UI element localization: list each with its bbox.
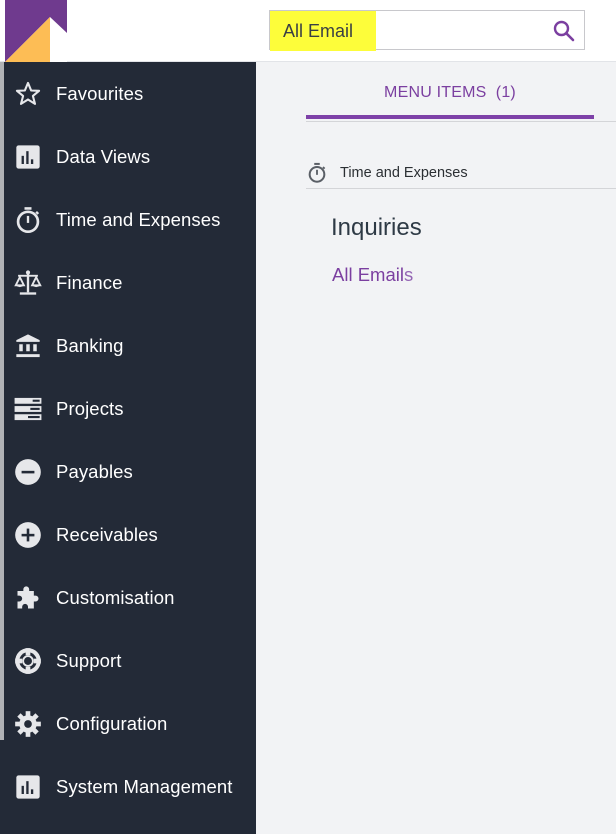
search-input[interactable] bbox=[270, 11, 540, 49]
sidebar-item-label: Configuration bbox=[56, 712, 168, 734]
tab-divider bbox=[306, 121, 616, 122]
bar-chart-icon bbox=[14, 143, 42, 171]
sidebar-item-label: Payables bbox=[56, 460, 133, 482]
stopwatch-icon bbox=[14, 206, 42, 234]
sidebar-item-system-management[interactable]: System Management bbox=[4, 755, 256, 818]
scales-icon bbox=[14, 269, 42, 297]
sidebar-item-label: Projects bbox=[56, 397, 124, 419]
sidebar-item-banking[interactable]: Banking bbox=[4, 314, 256, 377]
bar-chart-icon bbox=[14, 773, 42, 801]
result-match-text: All Email bbox=[332, 264, 404, 285]
sidebar-item-time-and-expenses[interactable]: Time and Expenses bbox=[4, 188, 256, 251]
sidebar-item-label: Finance bbox=[56, 271, 123, 293]
sidebar-item-label: Support bbox=[56, 649, 122, 671]
sidebar-item-projects[interactable]: Projects bbox=[4, 377, 256, 440]
search-box[interactable] bbox=[269, 10, 585, 51]
result-rest-text: s bbox=[403, 264, 414, 285]
workspace-header[interactable]: Time and Expenses bbox=[306, 158, 616, 188]
gear-icon bbox=[14, 710, 42, 738]
sidebar-item-support[interactable]: Support bbox=[4, 629, 256, 692]
sidebar-nav: Favourites Data Views Time and Expenses … bbox=[0, 62, 256, 834]
bank-icon bbox=[14, 332, 42, 360]
search-results-panel: MENU ITEMS (1) Time and Expenses Inquiri… bbox=[256, 62, 616, 834]
sidebar-item-data-views[interactable]: Data Views bbox=[4, 125, 256, 188]
workspace-label: Time and Expenses bbox=[340, 165, 468, 181]
sidebar-item-label: Customisation bbox=[56, 586, 175, 608]
server-stack-icon bbox=[14, 395, 42, 423]
sidebar-item-receivables[interactable]: Receivables bbox=[4, 503, 256, 566]
result-link-all-emails[interactable]: All Emails bbox=[332, 264, 413, 286]
minus-circle-icon bbox=[14, 458, 42, 486]
stopwatch-icon bbox=[308, 162, 326, 183]
active-tab-indicator bbox=[306, 115, 594, 119]
star-icon bbox=[14, 80, 42, 108]
search-icon[interactable] bbox=[552, 19, 576, 43]
sidebar-item-label: Receivables bbox=[56, 523, 158, 545]
sidebar-item-label: Favourites bbox=[56, 82, 144, 104]
workspace-divider bbox=[306, 188, 616, 189]
sidebar-item-label: System Management bbox=[56, 775, 233, 797]
sidebar-item-favourites[interactable]: Favourites bbox=[4, 62, 256, 125]
top-header bbox=[0, 0, 616, 62]
brand-logo[interactable] bbox=[5, 0, 67, 62]
tab-label: MENU ITEMS bbox=[384, 84, 487, 101]
plus-circle-icon bbox=[14, 521, 42, 549]
sidebar-item-payables[interactable]: Payables bbox=[4, 440, 256, 503]
sidebar-item-label: Data Views bbox=[56, 145, 151, 167]
sidebar-item-customisation[interactable]: Customisation bbox=[4, 566, 256, 629]
sidebar-item-label: Banking bbox=[56, 334, 124, 356]
puzzle-icon bbox=[14, 584, 42, 612]
section-title: Inquiries bbox=[331, 214, 422, 241]
sidebar-item-finance[interactable]: Finance bbox=[4, 251, 256, 314]
sidebar-item-configuration[interactable]: Configuration bbox=[4, 692, 256, 755]
tab-count: (1) bbox=[495, 84, 516, 101]
lifebuoy-icon bbox=[14, 647, 42, 675]
tab-menu-items[interactable]: MENU ITEMS (1) bbox=[306, 84, 594, 116]
sidebar-item-label: Time and Expenses bbox=[56, 208, 221, 230]
